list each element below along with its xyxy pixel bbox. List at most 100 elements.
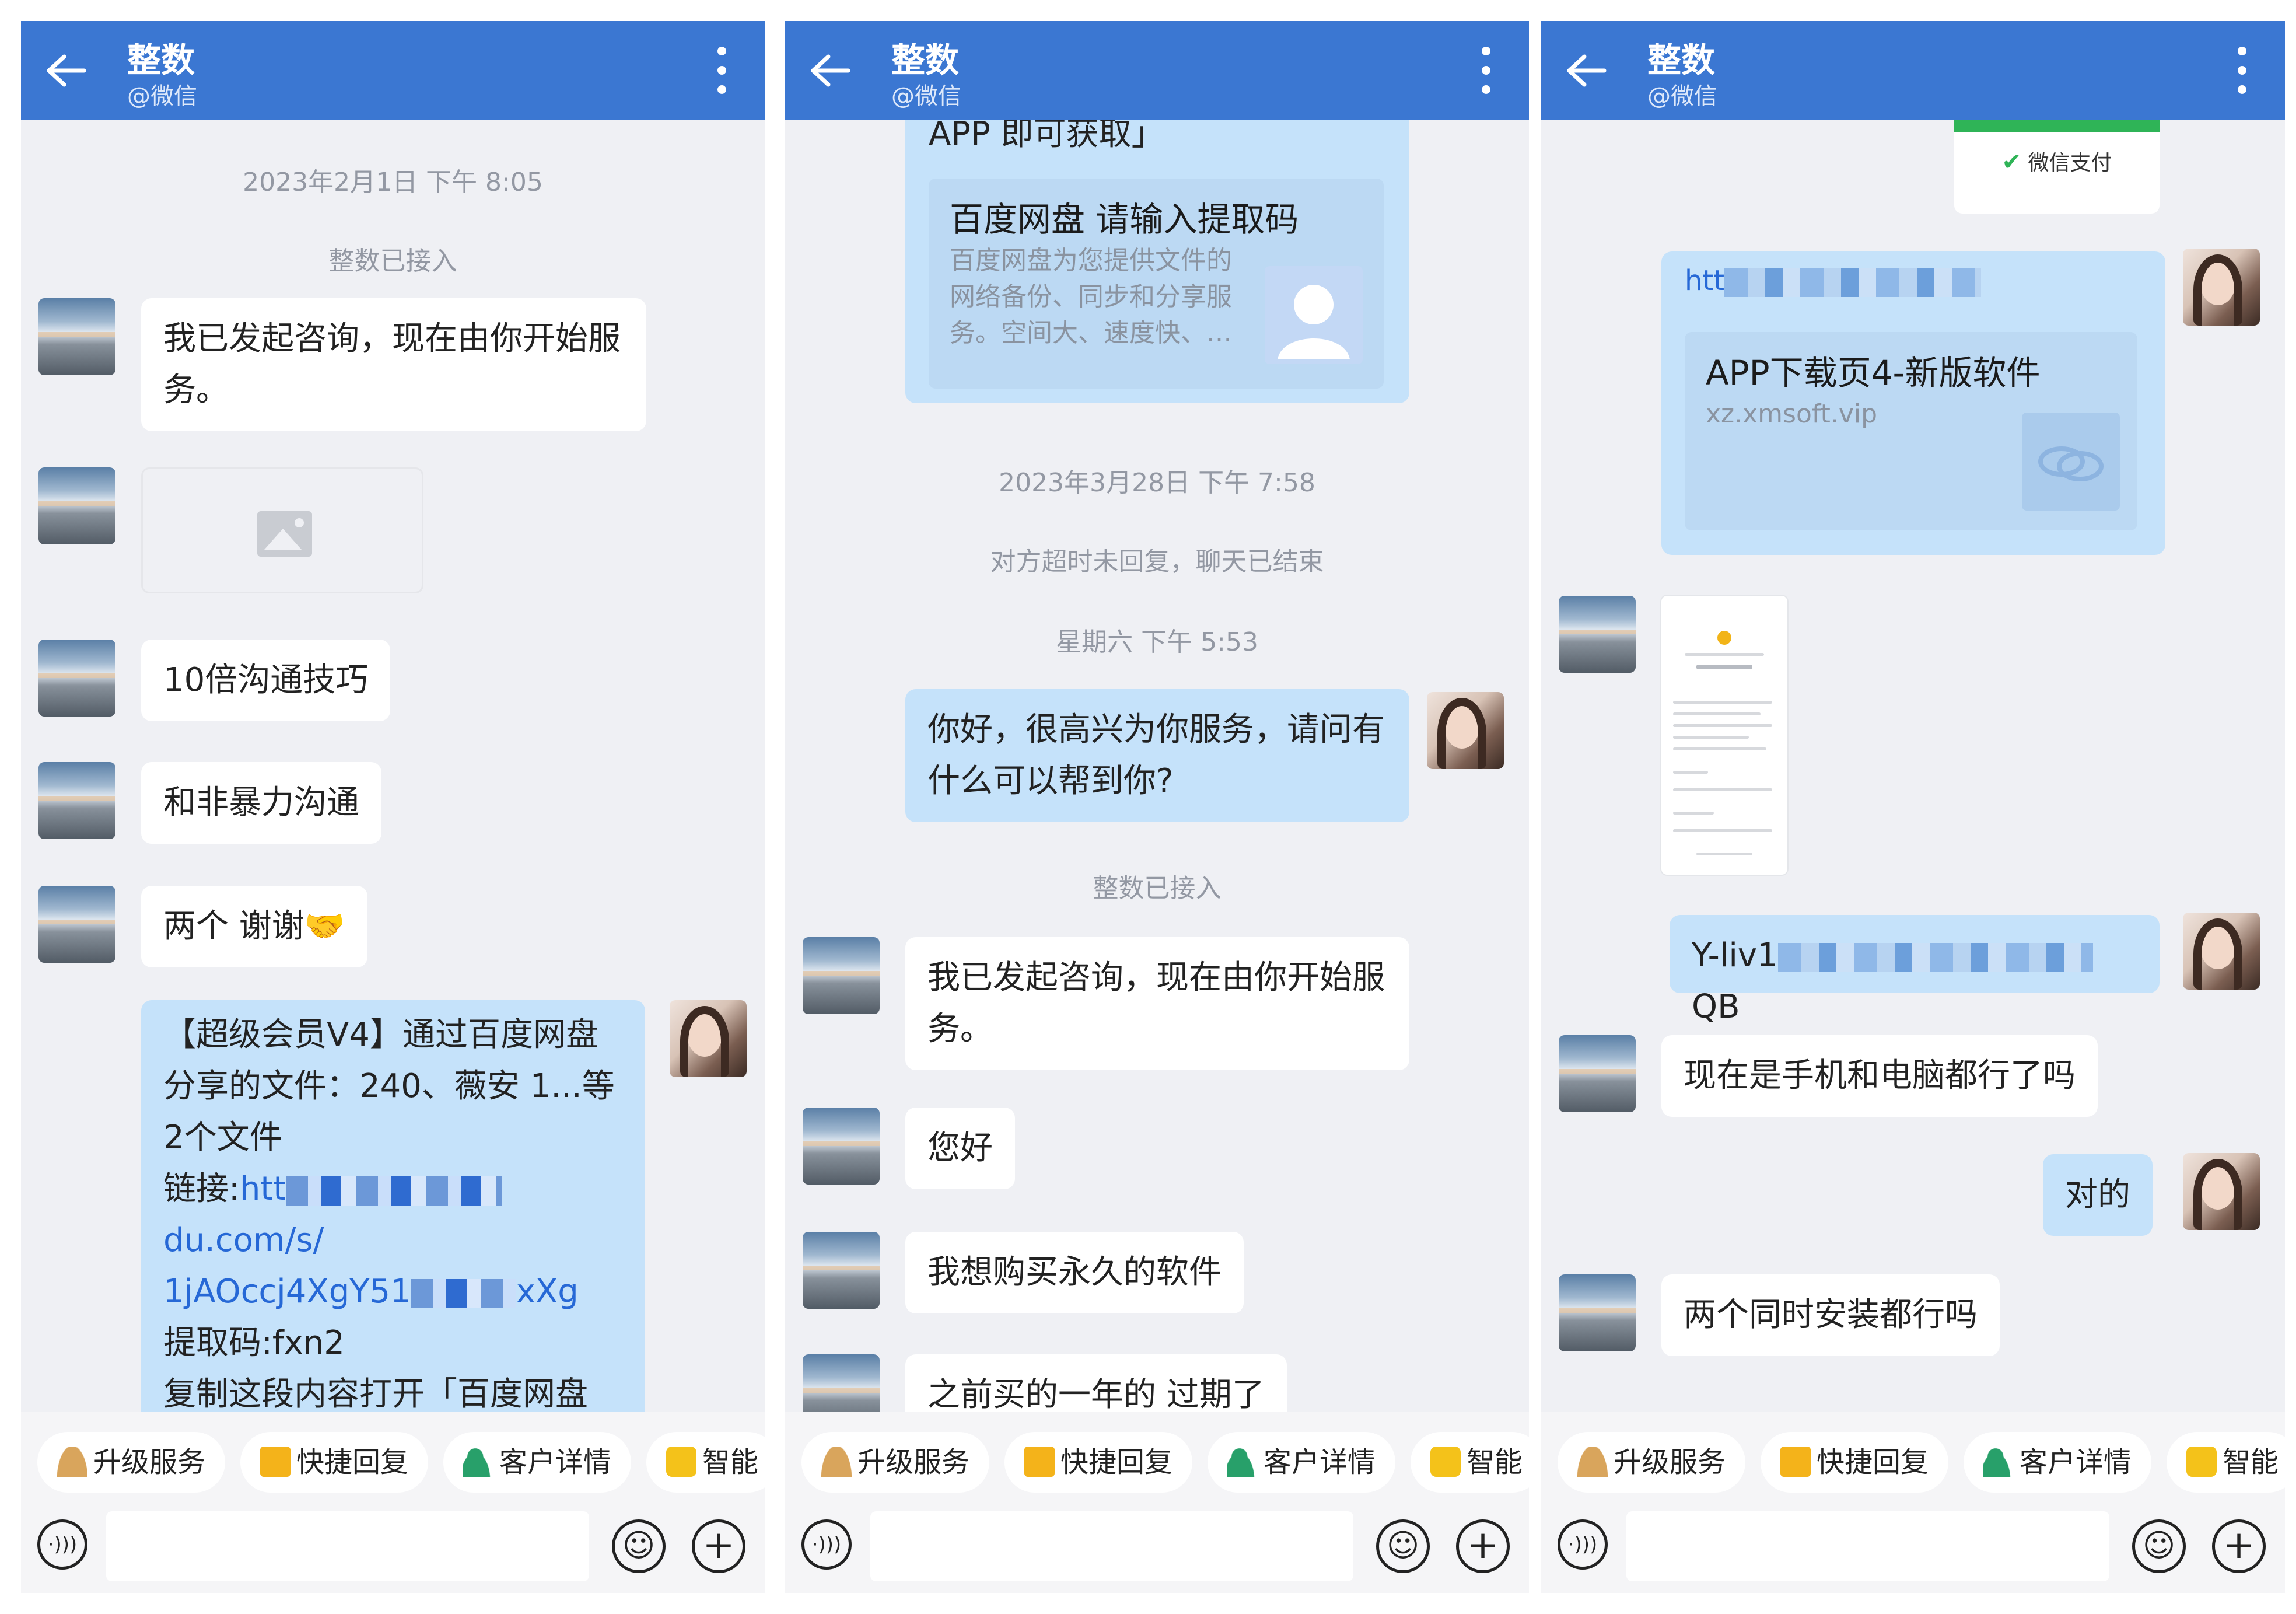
- plus-icon[interactable]: +: [1456, 1519, 1510, 1573]
- smart-button[interactable]: 智能: [646, 1432, 765, 1493]
- redacted-blur: [1777, 942, 2093, 972]
- customer-avatar[interactable]: [38, 640, 116, 717]
- share-link[interactable]: 链接:httdu.com/s/: [163, 1164, 623, 1266]
- customer-avatar[interactable]: [803, 1354, 880, 1412]
- agent-avatar[interactable]: [2183, 249, 2260, 326]
- customer-avatar[interactable]: [1559, 1035, 1636, 1112]
- message-list[interactable]: 2023年2月1日 下午 8:05 整数已接入 我已发起咨询，现在由你开始服务。…: [21, 120, 765, 1412]
- chat-header: 整数 @微信: [21, 21, 765, 120]
- share-link-message[interactable]: APP 即可获取」 百度网盘 请输入提取码 百度网盘为您提供文件的网络备份、同步…: [905, 120, 1409, 403]
- chat-panel-3: 整数 @微信 ✔ 微信支付 htt APP下载页4-新版软件 xz.xmsoft…: [1541, 21, 2285, 1593]
- redacted-blur: [1724, 268, 1982, 297]
- image-message-placeholder[interactable]: [141, 467, 424, 593]
- bottom-toolbar: 升级服务 快捷回复 客户详情 智能 ·))) ☺ +: [21, 1412, 765, 1593]
- message-bubble[interactable]: 和非暴力沟通: [141, 762, 382, 844]
- upgrade-service-button[interactable]: 升级服务: [37, 1432, 226, 1493]
- link-card-title: 百度网盘 请输入提取码: [950, 200, 1299, 239]
- message-bubble[interactable]: 您好: [905, 1108, 1015, 1189]
- user-detail-icon: [1983, 1447, 2014, 1477]
- customer-details-button[interactable]: 客户详情: [443, 1432, 632, 1493]
- customer-avatar[interactable]: [803, 937, 880, 1014]
- message-bubble[interactable]: 两个同时安装都行吗: [1661, 1274, 2000, 1356]
- more-options-icon[interactable]: [716, 47, 727, 98]
- smart-button[interactable]: 智能: [1410, 1432, 1529, 1493]
- share-instructions-tail: APP 即可获取」: [929, 120, 1164, 153]
- chat-header: 整数 @微信: [1541, 21, 2285, 120]
- system-notice: 整数已接入: [328, 246, 457, 276]
- smart-button[interactable]: 智能: [2166, 1432, 2285, 1493]
- message-bubble[interactable]: 我已发起咨询，现在由你开始服务。: [905, 937, 1409, 1070]
- image-icon: [257, 511, 312, 557]
- plus-icon[interactable]: +: [2212, 1519, 2266, 1573]
- payment-card[interactable]: ✔ 微信支付: [1954, 120, 2160, 214]
- chat-header: 整数 @微信: [785, 21, 1529, 120]
- emoji-icon[interactable]: ☺: [2132, 1519, 2186, 1573]
- more-options-icon[interactable]: [2236, 47, 2248, 98]
- back-arrow-icon[interactable]: [1564, 53, 1606, 88]
- upgrade-service-button[interactable]: 升级服务: [1558, 1432, 1746, 1493]
- quick-actions: 升级服务 快捷回复 客户详情 智能: [802, 1432, 1529, 1493]
- emoji-icon[interactable]: ☺: [1376, 1519, 1430, 1573]
- link-message[interactable]: htt APP下载页4-新版软件 xz.xmsoft.vip: [1661, 251, 2165, 555]
- link-url[interactable]: htt: [1685, 263, 2142, 298]
- emoji-icon[interactable]: ☺: [612, 1519, 666, 1573]
- input-row: ·))) ☺ +: [1541, 1511, 2285, 1581]
- message-bubble[interactable]: 对的: [2043, 1154, 2152, 1236]
- share-instructions: 复制这段内容打开「百度网盘APP 即可获取」: [163, 1375, 588, 1412]
- link-preview-card[interactable]: 百度网盘 请输入提取码 百度网盘为您提供文件的网络备份、同步和分享服务。空间大、…: [929, 179, 1384, 389]
- customer-avatar[interactable]: [38, 467, 116, 544]
- chat-title: 整数: [1647, 40, 1716, 80]
- voice-icon[interactable]: ·))): [1558, 1519, 1608, 1570]
- quick-reply-button[interactable]: 快捷回复: [1005, 1432, 1193, 1493]
- message-bubble[interactable]: 我想购买永久的软件: [905, 1232, 1244, 1313]
- voice-icon[interactable]: ·))): [802, 1519, 852, 1570]
- plus-icon[interactable]: +: [692, 1519, 746, 1573]
- customer-avatar[interactable]: [803, 1108, 880, 1185]
- more-options-icon[interactable]: [1480, 47, 1492, 98]
- quick-reply-button[interactable]: 快捷回复: [1760, 1432, 1949, 1493]
- message-bubble[interactable]: 两个 谢谢🤝: [141, 886, 368, 967]
- message-bubble[interactable]: 你好，很高兴为你服务，请问有什么可以帮到你?: [905, 689, 1409, 822]
- customer-avatar[interactable]: [38, 762, 116, 839]
- message-input[interactable]: [1626, 1511, 2109, 1581]
- message-bubble[interactable]: 现在是手机和电脑都行了吗: [1661, 1035, 2098, 1117]
- robot-icon: [666, 1447, 697, 1477]
- agent-avatar[interactable]: [1427, 692, 1504, 769]
- share-link-continued[interactable]: 1jAOccj4XgY51 xXg: [163, 1266, 623, 1318]
- code-message[interactable]: Y-liv1QB: [1670, 915, 2160, 1026]
- customer-avatar[interactable]: [803, 1232, 880, 1309]
- message-icon: [1780, 1447, 1811, 1477]
- customer-avatar[interactable]: [1559, 1274, 1636, 1351]
- quick-actions: 升级服务 快捷回复 客户详情 智能: [1558, 1432, 2285, 1493]
- agent-avatar[interactable]: [2183, 913, 2260, 990]
- message-input[interactable]: [870, 1511, 1353, 1581]
- link-icon: [2022, 413, 2120, 511]
- customer-details-button[interactable]: 客户详情: [1208, 1432, 1396, 1493]
- message-list[interactable]: ✔ 微信支付 htt APP下载页4-新版软件 xz.xmsoft.vip Y-…: [1541, 120, 2285, 1412]
- chat-subtitle: @微信: [891, 83, 961, 110]
- upgrade-service-button[interactable]: 升级服务: [802, 1432, 990, 1493]
- message-bubble[interactable]: 10倍沟通技巧: [141, 640, 391, 721]
- image-message-screenshot[interactable]: [1661, 596, 1787, 875]
- quick-reply-button[interactable]: 快捷回复: [240, 1432, 429, 1493]
- message-bubble[interactable]: 我已发起咨询，现在由你开始服务。: [141, 298, 646, 431]
- input-row: ·))) ☺ +: [21, 1511, 765, 1581]
- redacted-blur: [411, 1278, 516, 1308]
- voice-icon[interactable]: ·))): [37, 1519, 88, 1570]
- message-bubble[interactable]: 之前买的一年的 过期了: [905, 1354, 1287, 1412]
- agent-avatar[interactable]: [2183, 1153, 2260, 1230]
- link-preview-card[interactable]: APP下载页4-新版软件 xz.xmsoft.vip: [1685, 332, 2137, 530]
- share-link-message[interactable]: 【超级会员V4】通过百度网盘分享的文件：240、薇安 1...等2个文件 链接:…: [141, 1000, 645, 1412]
- customer-avatar[interactable]: [1559, 596, 1636, 673]
- back-arrow-icon[interactable]: [44, 53, 86, 88]
- share-text: 【超级会员V4】通过百度网盘分享的文件：240、薇安 1...等2个文件: [163, 1016, 615, 1157]
- message-list[interactable]: APP 即可获取」 百度网盘 请输入提取码 百度网盘为您提供文件的网络备份、同步…: [785, 120, 1529, 1412]
- customer-avatar[interactable]: [38, 298, 116, 375]
- back-arrow-icon[interactable]: [808, 53, 850, 88]
- message-input[interactable]: [106, 1511, 589, 1581]
- chat-panel-1: 整数 @微信 2023年2月1日 下午 8:05 整数已接入 我已发起咨询，现在…: [21, 21, 765, 1593]
- customer-avatar[interactable]: [38, 886, 116, 963]
- customer-details-button[interactable]: 客户详情: [1964, 1432, 2152, 1493]
- message-icon: [1024, 1447, 1055, 1477]
- agent-avatar[interactable]: [670, 1000, 747, 1077]
